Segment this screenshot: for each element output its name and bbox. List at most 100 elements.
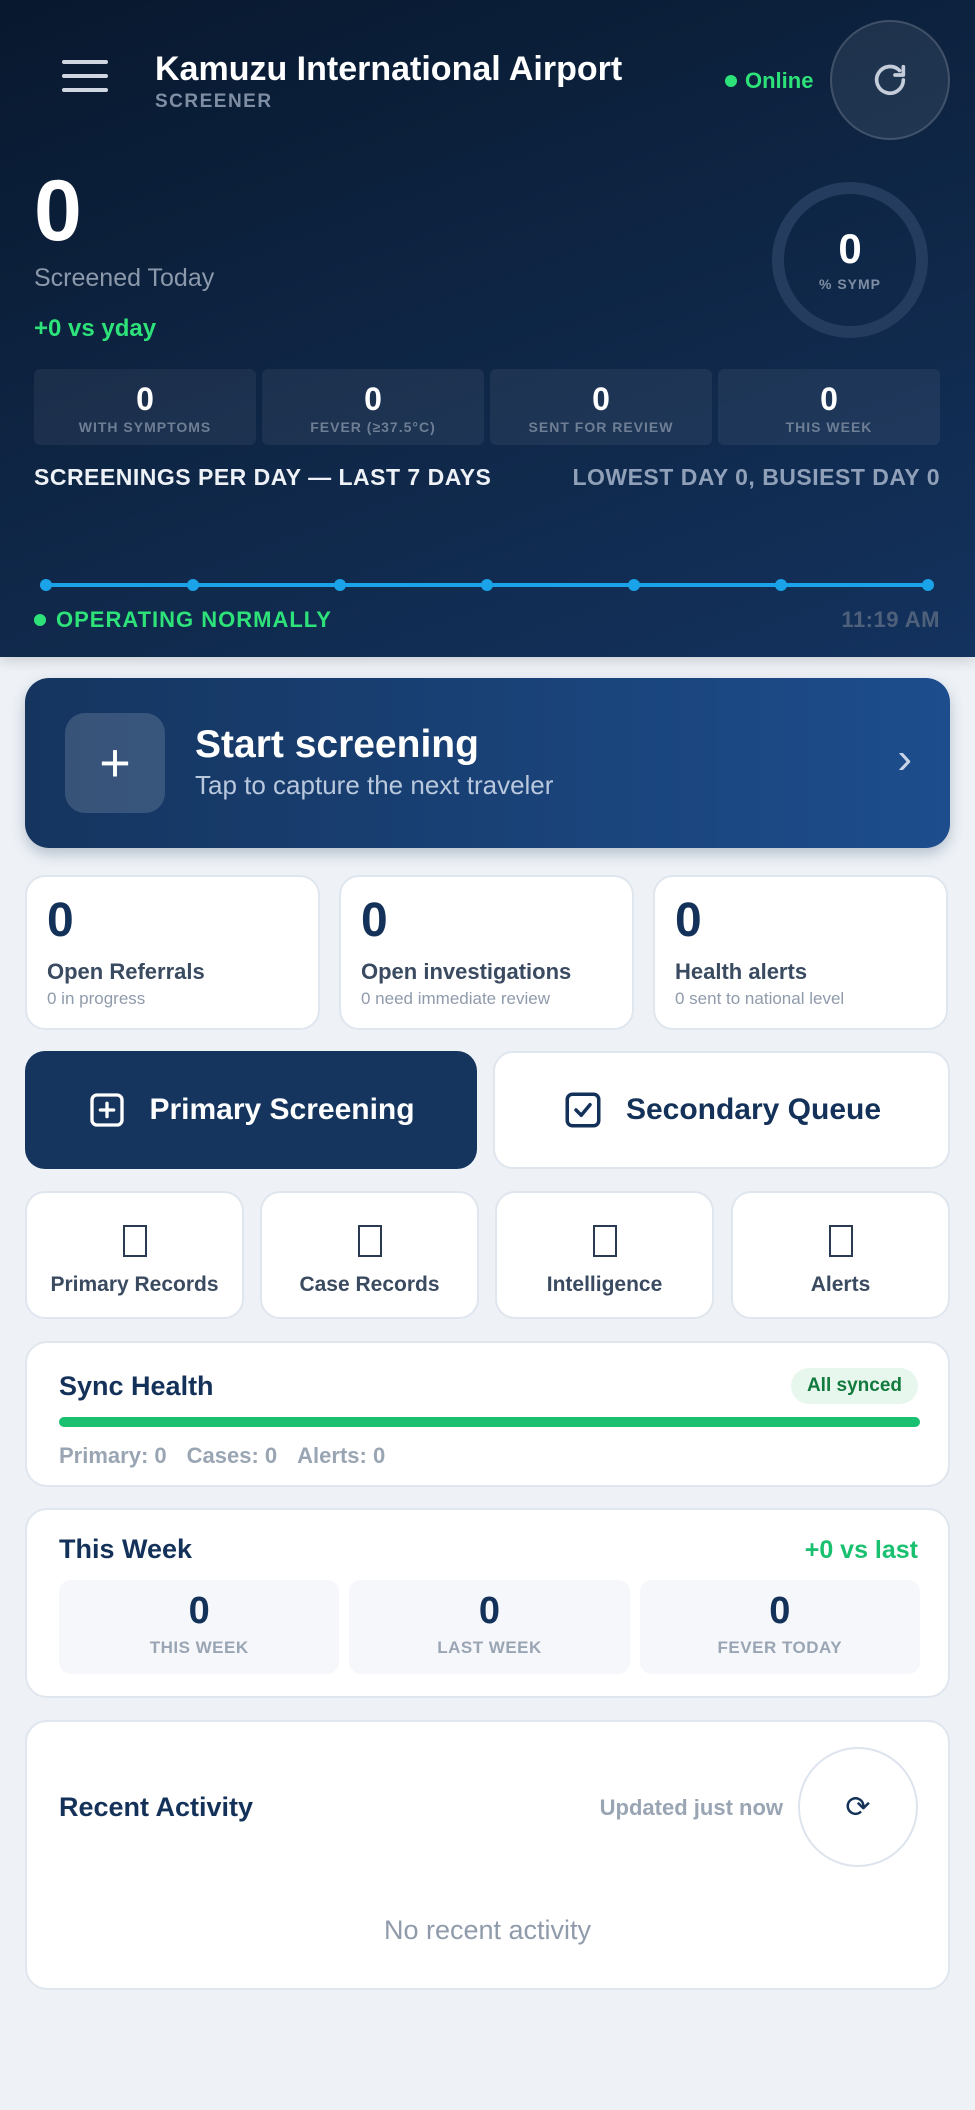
plus-square-icon [90,1093,125,1127]
tile-case-records[interactable]: Case Records [260,1191,479,1319]
kpi-label: THIS WEEK [785,419,873,435]
refresh-icon [874,64,906,96]
kpi-value: 0 [820,381,838,417]
health-alerts-card[interactable]: 0 Health alerts 0 sent to national level [653,875,948,1030]
week-stat-label: LAST WEEK [437,1638,542,1657]
recent-activity-title: Recent Activity [59,1792,254,1822]
start-screening-button[interactable]: + Start screening Tap to capture the nex… [25,678,950,848]
checkbox-icon [565,1092,601,1128]
recent-activity-updated: Updated just now [599,1795,783,1820]
week-stat-value: 0 [769,1590,791,1632]
week-stats: 0 THIS WEEK 0 LAST WEEK 0 FEVER TODAY [59,1580,920,1674]
this-week-card: This Week +0 vs last 0 THIS WEEK 0 LAST … [25,1508,950,1698]
kpi-with-symptoms: 0 WITH SYMPTOMS [34,369,256,445]
reload-icon: ⟳ [845,1790,871,1824]
alerts-icon [828,1225,853,1257]
tile-label: Case Records [299,1273,440,1296]
tile-label: Primary Records [50,1273,219,1296]
sync-progress-bar [59,1417,920,1427]
screened-delta: +0 vs yday [34,315,157,342]
symptom-percentage-value: 0 [838,225,862,272]
week-stat-label: THIS WEEK [149,1638,249,1657]
stat-value: 0 [675,894,702,947]
primary-screening-button[interactable]: Primary Screening [25,1051,477,1169]
trend-point-1 [40,579,52,591]
trend-point-4 [481,579,493,591]
connection-status: Online [725,68,813,94]
recent-refresh-button[interactable]: ⟳ [798,1747,918,1867]
start-screening-title: Start screening [195,723,479,766]
kpi-row: 0 WITH SYMPTOMS 0 FEVER (≥37.5°C) 0 SENT… [34,369,940,445]
stat-label: Open investigations [361,959,572,984]
week-stat-value: 0 [478,1590,501,1632]
kpi-fever: 0 FEVER (≥37.5°C) [262,369,484,445]
trend-point-3 [334,579,346,591]
stat-value: 0 [361,894,388,947]
airport-title: Kamuzu International Airport [155,50,623,88]
primary-screening-label: Primary Screening [149,1093,415,1126]
operating-status: OPERATING NORMALLY [34,607,332,633]
trend-point-5 [628,579,640,591]
trend-line-chart [40,579,934,591]
user-role: SCREENER [155,91,273,112]
open-referrals-card[interactable]: 0 Open Referrals 0 in progress [25,875,320,1030]
trend-point-6 [775,579,787,591]
trend-chart-range: LOWEST DAY 0, BUSIEST DAY 0 [572,464,940,490]
stat-label: Open Referrals [47,959,205,984]
kpi-value: 0 [592,381,610,417]
current-time: 11:19 AM [841,607,940,632]
sync-progress-fill [59,1417,920,1427]
tile-intelligence[interactable]: Intelligence [495,1191,714,1319]
tile-label: Intelligence [546,1273,663,1296]
open-investigations-card[interactable]: 0 Open investigations 0 need immediate r… [339,875,634,1030]
secondary-queue-label: Secondary Queue [625,1093,882,1126]
week-stat-last-week: 0 LAST WEEK [349,1580,630,1674]
tile-label: Alerts [810,1273,871,1296]
menu-button[interactable] [50,60,120,106]
kpi-value: 0 [364,381,382,417]
secondary-queue-button[interactable]: Secondary Queue [493,1051,950,1169]
sync-alerts-count: Alerts: 0 [297,1443,386,1468]
kpi-sent-for-review: 0 SENT FOR REVIEW [490,369,712,445]
sync-health-card: Sync Health All synced Primary: 0 Cases:… [25,1341,950,1487]
case-records-icon [357,1225,382,1257]
sync-primary-count: Primary: 0 [59,1443,167,1468]
this-week-title: This Week [59,1534,193,1564]
online-dot-icon [725,75,737,87]
week-stat-label: FEVER TODAY [717,1638,843,1657]
tile-alerts[interactable]: Alerts [731,1191,950,1319]
start-screening-subtitle: Tap to capture the next traveler [195,770,554,800]
refresh-button[interactable] [830,20,950,140]
stat-label: Health alerts [675,959,808,984]
sync-cases-count: Cases: 0 [186,1443,278,1468]
screened-today-label: Screened Today [34,264,215,292]
recent-activity-card: Recent Activity Updated just now ⟳ No re… [25,1720,950,1990]
sync-health-title: Sync Health [59,1371,214,1401]
dashboard-header: Kamuzu International Airport SCREENER On… [0,0,975,657]
stat-subtext: 0 need immediate review [361,989,550,1008]
kpi-label: WITH SYMPTOMS [78,419,212,435]
trend-chart-title: SCREENINGS PER DAY — LAST 7 DAYS [34,464,492,490]
trend-point-7 [922,579,934,591]
hamburger-icon [62,60,108,64]
stat-subtext: 0 sent to national level [675,989,845,1008]
intelligence-icon [592,1225,617,1257]
sync-status-badge: All synced [790,1368,918,1404]
week-stat-fever-today: 0 FEVER TODAY [639,1580,920,1674]
primary-records-icon [122,1225,147,1257]
stat-value: 0 [47,894,74,947]
screened-today-count: 0 [34,163,82,259]
operating-status-label: OPERATING NORMALLY [56,607,332,632]
trend-point-2 [187,579,199,591]
symptom-percentage-ring: 0 % SYMP [772,182,928,338]
week-stat-this-week: 0 THIS WEEK [59,1580,340,1674]
empty-state-message: No recent activity [383,1915,592,1945]
week-stat-value: 0 [188,1590,210,1632]
kpi-label: FEVER (≥37.5°C) [310,419,436,435]
kpi-value: 0 [136,381,154,417]
kpi-this-week: 0 THIS WEEK [718,369,940,445]
plus-icon: + [65,713,165,813]
status-dot-icon [34,614,46,626]
symptom-percentage-label: % SYMP [818,276,881,292]
tile-primary-records[interactable]: Primary Records [25,1191,244,1319]
